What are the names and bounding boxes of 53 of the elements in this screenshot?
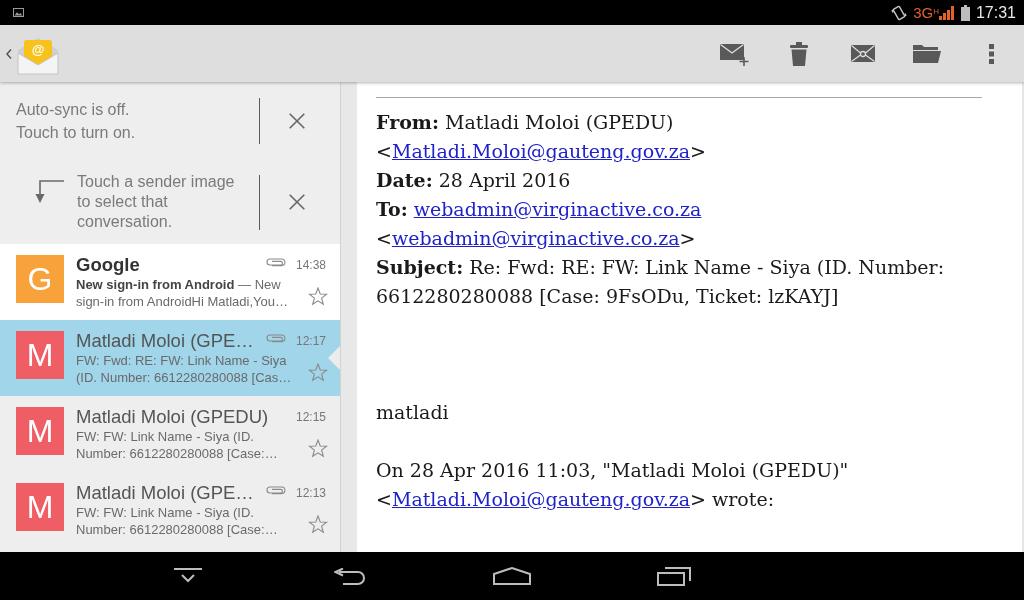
sender-name: Matladi Moloi (GPE… [76, 330, 255, 352]
message-snippet: FW: FW: Link Name - Siya (ID. Number: 6612280280088 [Case:… [76, 428, 279, 462]
email-link[interactable]: webadmin@virginactive.co.za [413, 198, 702, 220]
envelope-plus-icon[interactable] [720, 41, 750, 66]
header-field: Date: 28 April 2016 [376, 166, 982, 195]
email-link[interactable]: webadmin@virginactive.co.za [391, 227, 680, 249]
clock: 17:31 [975, 3, 1016, 22]
email-link[interactable]: Matladi.Moloi@gauteng.gov.za [391, 488, 690, 510]
envelope-icon[interactable] [851, 45, 875, 62]
chevron-down-icon[interactable] [174, 568, 202, 584]
sender-avatar[interactable]: M [16, 407, 64, 455]
home-icon[interactable] [493, 567, 531, 585]
time-text: 12:15 [295, 410, 326, 424]
conversation-item[interactable]: G Google 14:38 New sign-in from Android — New sign-in from AndroidHi Matladi,You… [0, 244, 340, 320]
signal-icon [938, 5, 954, 20]
message-text: matladi [376, 400, 450, 425]
conversation-item[interactable]: M Matladi Moloi (GPE… 12:17 FW: Fwd: RE: FW: Link Name - Siya (ID. Number: 6612280280088 [Cas… [0, 320, 340, 396]
folder-icon[interactable] [913, 44, 941, 63]
header-field: To: webadmin@virginactive.co.za <webadmin@virginactive.co.za> [376, 195, 982, 253]
sender-avatar[interactable]: M [16, 483, 64, 531]
image-icon [13, 8, 24, 17]
recents-icon[interactable] [657, 566, 691, 586]
star-icon[interactable] [308, 363, 328, 382]
star-icon[interactable] [308, 287, 328, 306]
network-type-label: 3G [913, 5, 934, 20]
star-icon[interactable] [308, 439, 328, 458]
corner-arrow-icon [35, 180, 65, 204]
time-text: 14:38 [295, 258, 326, 272]
sync-notice-text[interactable]: Auto-sync is off. Touch to turn on. [16, 98, 259, 144]
back-icon[interactable] [334, 567, 366, 585]
sender-name: Google [76, 254, 141, 276]
close-icon[interactable] [289, 194, 305, 210]
message-snippet: FW: Fwd: RE: FW: Link Name - Siya (ID. Number: 6612280280088 [Cas… [76, 352, 293, 386]
time-text: 12:17 [295, 334, 326, 348]
more-options-icon[interactable] [988, 43, 994, 64]
sender-name: Matladi Moloi (GPE… [76, 482, 255, 504]
vibrate-icon [891, 3, 908, 22]
close-icon[interactable] [289, 113, 305, 129]
email-link[interactable]: Matladi.Moloi@gauteng.gov.za [391, 140, 690, 162]
star-icon[interactable] [308, 515, 328, 534]
network-mode-label: H [933, 7, 939, 16]
trash-icon[interactable] [790, 41, 808, 66]
header-field: Subject: Re: Fwd: RE: FW: Link Name - Siya (ID. Number: 6612280280088 [Case: 9FsODu, Ticket: lzKAYJ] [376, 253, 982, 311]
battery-icon [960, 4, 970, 21]
message-snippet: New sign-in from Android — New sign-in from AndroidHi Matladi,You… [76, 276, 289, 310]
sender-avatar[interactable]: M [16, 331, 64, 379]
hint-text: Touch a sender image to select that conversation. [77, 172, 236, 232]
message-snippet: FW: FW: Link Name - Siya (ID. Number: 6612280280088 [Case:… [76, 504, 279, 538]
quote-line: On 28 Apr 2016 11:03, "Matladi Moloi (GPEDU)" <Matladi.Moloi@gauteng.gov.za> wrote: [376, 458, 850, 512]
time-text: 12:13 [295, 486, 326, 500]
header-field: From: Matladi Moloi (GPEDU) <Matladi.Moloi@gauteng.gov.za> [376, 108, 982, 166]
sender-name: Matladi Moloi (GPEDU) [76, 406, 270, 428]
caret-icon[interactable] [6, 48, 12, 59]
